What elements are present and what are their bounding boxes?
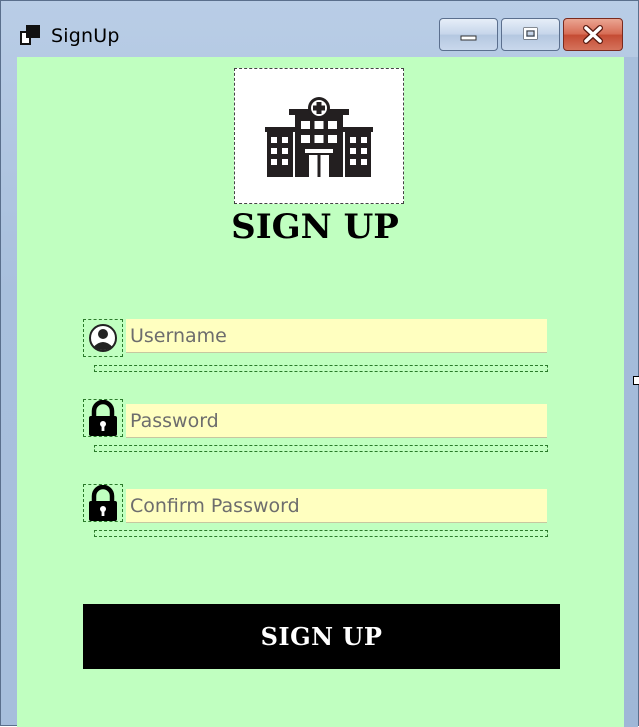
password-icon-box <box>83 399 123 437</box>
lock-icon <box>89 399 117 436</box>
logo-picture-box <box>234 68 404 204</box>
confirm-password-icon-box <box>83 484 123 522</box>
confirm-password-input[interactable] <box>126 489 547 523</box>
password-input[interactable] <box>126 404 547 438</box>
signup-form-panel: SIGN UP Username SIGN UP <box>17 57 624 727</box>
close-button[interactable] <box>563 18 623 51</box>
window-title: SignUp <box>51 25 120 47</box>
confirm-password-underline <box>94 530 548 537</box>
minimize-icon <box>460 35 477 41</box>
username-icon-box <box>83 319 123 357</box>
window-border <box>624 57 638 727</box>
username-underline <box>94 365 548 372</box>
minimize-button[interactable] <box>439 18 498 51</box>
maximize-icon <box>523 27 538 40</box>
hospital-icon <box>265 97 373 177</box>
password-underline <box>94 445 548 452</box>
maximize-button[interactable] <box>501 18 560 51</box>
lock-icon <box>89 484 117 521</box>
close-icon <box>583 25 603 44</box>
title-bar[interactable]: SignUp <box>1 1 638 57</box>
window-app-icon <box>20 25 40 45</box>
signup-button[interactable]: SIGN UP <box>83 604 560 669</box>
resize-handle[interactable] <box>633 376 639 385</box>
user-circle-icon <box>89 324 117 352</box>
page-title: SIGN UP <box>231 207 399 247</box>
username-input[interactable] <box>126 319 547 353</box>
signup-window: SignUp SIGN UP Username SIGN UP <box>0 0 639 727</box>
